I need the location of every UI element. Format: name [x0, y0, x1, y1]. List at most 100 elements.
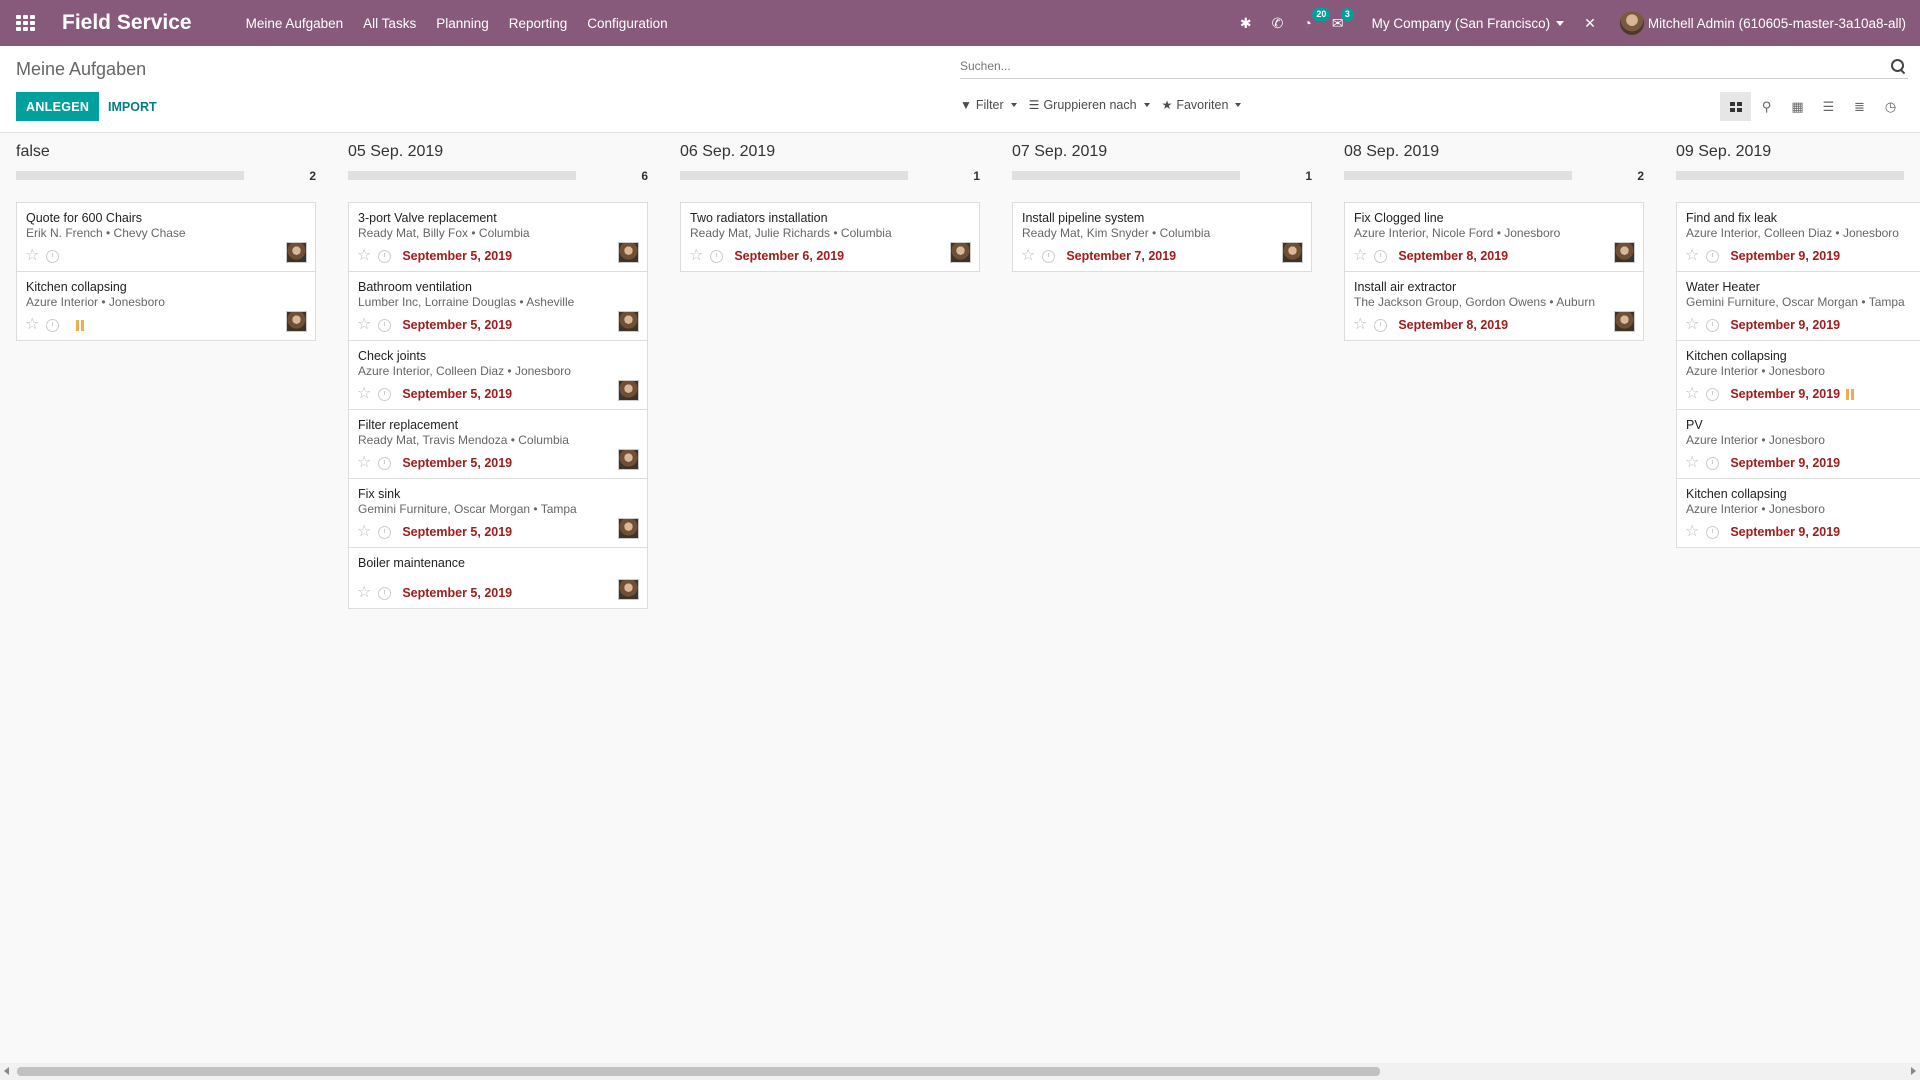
avatar[interactable]: [286, 311, 307, 332]
column-title[interactable]: 08 Sep. 2019: [1344, 143, 1439, 161]
star-icon[interactable]: ☆: [357, 585, 371, 601]
calendar-view-button[interactable]: ▦: [1782, 92, 1813, 121]
menu-item-all-tasks[interactable]: All Tasks: [353, 16, 426, 31]
task-card[interactable]: Fix Clogged line Azure Interior, Nicole F…: [1344, 202, 1644, 272]
clock-icon[interactable]: [1706, 456, 1720, 470]
star-icon[interactable]: ☆: [357, 386, 371, 402]
column-progress-bar[interactable]: [680, 171, 908, 180]
avatar[interactable]: [618, 380, 639, 401]
avatar[interactable]: [618, 579, 639, 600]
activity-view-button[interactable]: ◷: [1875, 92, 1906, 121]
menu-item-planning[interactable]: Planning: [426, 16, 499, 31]
task-card[interactable]: Bathroom ventilation Lumber Inc, Lorraine…: [348, 271, 648, 341]
clock-icon[interactable]: [1374, 249, 1388, 263]
avatar[interactable]: [950, 242, 971, 263]
clock-icon[interactable]: [1374, 318, 1388, 332]
blocked-icon[interactable]: [76, 319, 86, 331]
apps-grid-icon[interactable]: [16, 15, 36, 31]
column-title[interactable]: false: [16, 143, 50, 161]
menu-item-configuration[interactable]: Configuration: [577, 16, 677, 31]
star-icon[interactable]: ☆: [1685, 248, 1699, 264]
avatar[interactable]: [1614, 311, 1635, 332]
clock-icon[interactable]: [46, 318, 60, 332]
clock-icon[interactable]: [1706, 249, 1720, 263]
column-progress-bar[interactable]: [1012, 171, 1240, 180]
map-view-button[interactable]: ⚲: [1751, 92, 1782, 121]
column-progress-bar[interactable]: [1676, 171, 1904, 180]
bug-icon[interactable]: ✱: [1240, 15, 1252, 32]
chat-icon[interactable]: ✉ 3: [1332, 7, 1354, 32]
star-icon[interactable]: ☆: [357, 455, 371, 471]
list-view-button[interactable]: ☰: [1813, 92, 1844, 121]
task-card[interactable]: Boiler maintenance ☆ September 5, 2019: [348, 547, 648, 609]
column-title[interactable]: 06 Sep. 2019: [680, 143, 775, 161]
clock-icon[interactable]: [1042, 249, 1056, 263]
task-card[interactable]: Water Heater Gemini Furniture, Oscar Morg…: [1676, 271, 1920, 341]
close-icon[interactable]: ✕: [1584, 15, 1596, 32]
star-icon[interactable]: ☆: [1021, 248, 1035, 264]
filter-dropdown[interactable]: ▼ Filter: [960, 98, 1017, 112]
task-card[interactable]: PV Azure Interior • Jonesboro ☆ September 9…: [1676, 409, 1920, 479]
task-card[interactable]: Find and fix leak Azure Interior, Colleen…: [1676, 202, 1920, 272]
phone-icon[interactable]: ✆: [1272, 15, 1284, 32]
task-card[interactable]: Check joints Azure Interior, Colleen Diaz…: [348, 340, 648, 410]
favorites-dropdown[interactable]: ★ Favoriten: [1162, 98, 1242, 112]
task-card[interactable]: 3-port Valve replacement Ready Mat, Billy…: [348, 202, 648, 272]
scroll-right-arrow-icon[interactable]: [1911, 1067, 1916, 1075]
avatar[interactable]: [1282, 242, 1303, 263]
user-menu[interactable]: Mitchell Admin (610605-master-3a10a8-all…: [1619, 11, 1906, 35]
column-title[interactable]: 09 Sep. 2019: [1676, 143, 1771, 161]
clock-icon[interactable]: [1706, 525, 1720, 539]
groupby-dropdown[interactable]: ☰ Gruppieren nach: [1029, 98, 1150, 112]
avatar[interactable]: [1614, 242, 1635, 263]
star-icon[interactable]: ☆: [1353, 317, 1367, 333]
horizontal-scrollbar[interactable]: [0, 1063, 1920, 1080]
star-icon[interactable]: ☆: [1685, 455, 1699, 471]
star-icon[interactable]: ☆: [1685, 317, 1699, 333]
star-icon[interactable]: ☆: [25, 248, 39, 264]
clock-icon[interactable]: [378, 249, 392, 263]
clock-icon[interactable]: [1706, 387, 1720, 401]
column-progress-bar[interactable]: [16, 171, 244, 180]
avatar[interactable]: [618, 242, 639, 263]
avatar[interactable]: [618, 449, 639, 470]
star-icon[interactable]: ☆: [689, 248, 703, 264]
column-progress-bar[interactable]: [1344, 171, 1572, 180]
column-title[interactable]: 05 Sep. 2019: [348, 143, 443, 161]
clock-icon[interactable]: [378, 318, 392, 332]
import-button[interactable]: IMPORT: [98, 92, 167, 121]
star-icon[interactable]: ☆: [357, 317, 371, 333]
avatar[interactable]: [618, 311, 639, 332]
task-card[interactable]: Kitchen collapsing Azure Interior • Jones…: [16, 271, 316, 341]
scrollbar-thumb[interactable]: [17, 1067, 1380, 1076]
task-card[interactable]: Quote for 600 Chairs Erik N. French • Che…: [16, 202, 316, 272]
task-card[interactable]: Fix sink Gemini Furniture, Oscar Morgan •…: [348, 478, 648, 548]
create-button[interactable]: ANLEGEN: [16, 92, 100, 121]
column-title[interactable]: 07 Sep. 2019: [1012, 143, 1107, 161]
clock-icon[interactable]: [378, 387, 392, 401]
star-icon[interactable]: ☆: [357, 524, 371, 540]
task-card[interactable]: Kitchen collapsing Azure Interior • Jones…: [1676, 478, 1920, 548]
task-card[interactable]: Install pipeline system Ready Mat, Kim Sn…: [1012, 202, 1312, 272]
task-card[interactable]: Kitchen collapsing Azure Interior • Jones…: [1676, 340, 1920, 410]
avatar[interactable]: [618, 518, 639, 539]
column-progress-bar[interactable]: [348, 171, 576, 180]
search-input[interactable]: [960, 56, 1880, 76]
blocked-icon[interactable]: [1846, 388, 1856, 400]
avatar[interactable]: [286, 242, 307, 263]
app-brand[interactable]: Field Service: [62, 11, 192, 35]
star-icon[interactable]: ☆: [25, 317, 39, 333]
kanban-view-button[interactable]: [1720, 92, 1751, 121]
clock-icon[interactable]: [1706, 318, 1720, 332]
clock-icon[interactable]: [46, 249, 60, 263]
task-card[interactable]: Install air extractor The Jackson Group, …: [1344, 271, 1644, 341]
task-card[interactable]: Two radiators installation Ready Mat, Jul…: [680, 202, 980, 272]
task-card[interactable]: Filter replacement Ready Mat, Travis Mend…: [348, 409, 648, 479]
gantt-view-button[interactable]: ≣: [1844, 92, 1875, 121]
clock-activity-icon[interactable]: ◔ 20: [1303, 8, 1331, 31]
menu-item-reporting[interactable]: Reporting: [499, 16, 578, 31]
scroll-left-arrow-icon[interactable]: [4, 1067, 9, 1075]
star-icon[interactable]: ☆: [357, 248, 371, 264]
search-icon[interactable]: [1890, 58, 1906, 75]
star-icon[interactable]: ☆: [1685, 524, 1699, 540]
